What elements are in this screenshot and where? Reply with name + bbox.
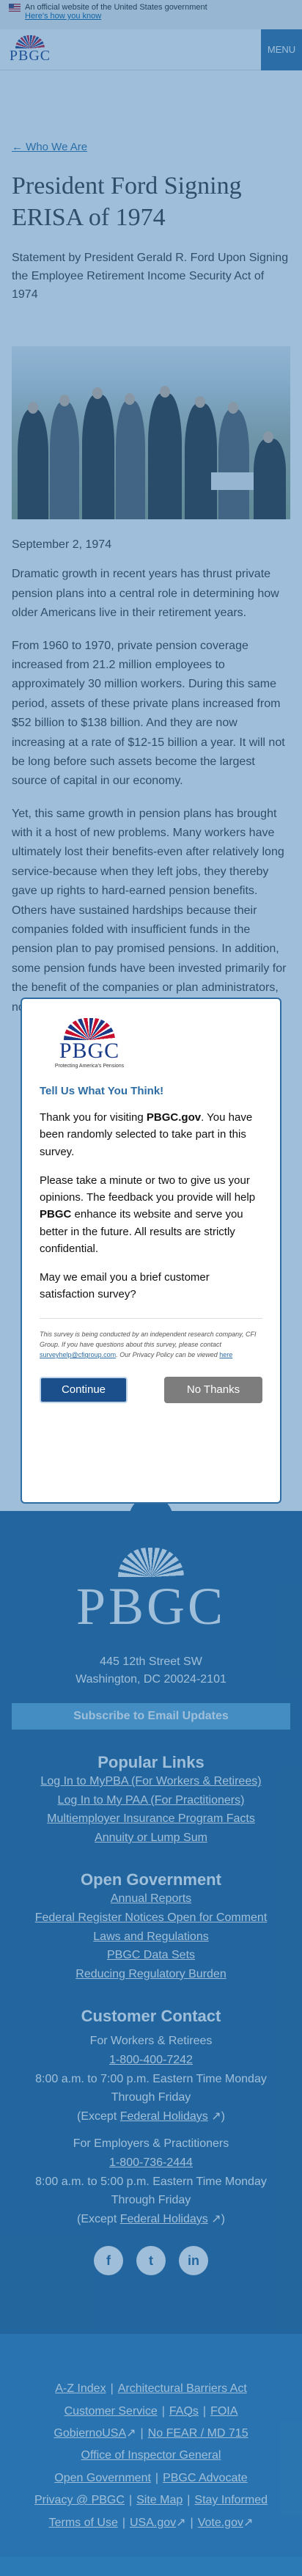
modal-pbgc-logo: PBGC Protecting America's Pensions [45,1018,133,1069]
survey-modal: PBGC Protecting America's Pensions Tell … [21,998,281,1504]
continue-button[interactable]: Continue [40,1376,128,1403]
modal-logo-tagline: Protecting America's Pensions [54,1064,125,1069]
no-thanks-button[interactable]: No Thanks [164,1376,262,1403]
survey-actions: Continue No Thanks [40,1376,262,1403]
privacy-policy-link[interactable]: here [219,1351,232,1358]
pbgc-arch-icon [64,1018,115,1040]
modal-logo-text: PBGC [59,1039,120,1063]
survey-intro: Thank you for visiting PBGC.gov. You hav… [40,1111,253,1158]
survey-heading: Tell Us What You Think! [40,1085,164,1097]
survey-fine-print: This survey is being conducted by an ind… [40,1317,262,1361]
survey-question: May we email you a brief customer satisf… [40,1271,210,1301]
survey-email-link[interactable]: surveyhelp@cfigroup.com [40,1351,116,1358]
survey-body: Please take a minute or two to give us y… [40,1174,256,1255]
